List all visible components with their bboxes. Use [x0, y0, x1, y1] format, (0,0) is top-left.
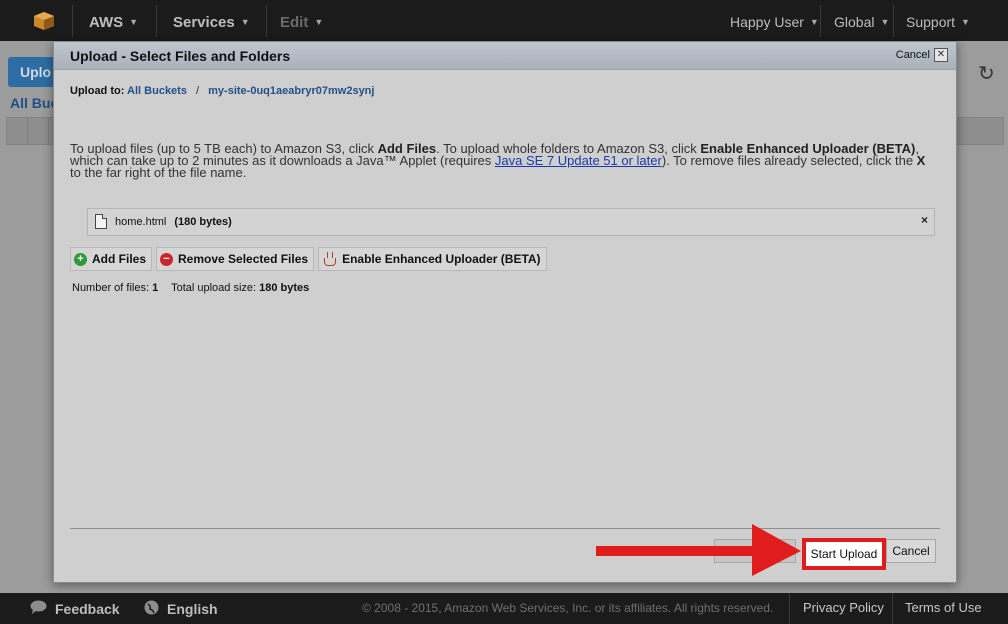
enable-enhanced-uploader-button[interactable]: Enable Enhanced Uploader (BETA) [318, 247, 547, 271]
file-list: home.html (180 bytes) × [87, 208, 935, 236]
total-size-label: Total upload size: [171, 282, 257, 294]
footer-divider [789, 593, 790, 624]
support-menu[interactable]: Support ▼ [906, 13, 970, 31]
nav-divider [266, 5, 267, 37]
dialog-title: Upload - Select Files and Folders [70, 48, 291, 64]
chevron-down-icon: ▼ [129, 17, 139, 27]
upload-instructions: To upload files (up to 5 TB each) to Ama… [70, 142, 930, 180]
minus-icon: − [160, 252, 174, 266]
privacy-policy-link[interactable]: Privacy Policy [803, 600, 884, 615]
edit-menu-label: Edit [280, 13, 309, 31]
feedback-label: Feedback [55, 600, 120, 617]
add-files-button[interactable]: + Add Files [70, 247, 153, 271]
support-menu-label: Support [906, 14, 956, 30]
upload-to-label: Upload to: [70, 85, 125, 97]
page-footer: Feedback English © 2008 - 2015, Amazon W… [0, 593, 1008, 624]
dialog-close-label: Cancel [895, 49, 930, 61]
num-files-value: 1 [152, 282, 159, 294]
dialog-footer-divider [70, 528, 940, 529]
aws-menu-label: AWS [89, 13, 124, 31]
chevron-down-icon: ▼ [961, 17, 970, 27]
chevron-down-icon: ▼ [880, 17, 890, 27]
file-size: (180 bytes) [174, 215, 232, 228]
start-upload-button[interactable]: Start Upload [802, 538, 886, 570]
num-files-label: Number of files: [72, 282, 150, 294]
red-arrow-annotation-icon [596, 524, 801, 576]
services-menu-label: Services [173, 13, 235, 31]
upload-toolbar: + Add Files − Remove Selected Files Enab… [70, 247, 547, 271]
nav-divider [156, 5, 157, 37]
breadcrumb-all-buckets[interactable]: All Buckets [127, 85, 187, 97]
java-icon [322, 251, 337, 267]
chevron-down-icon: ▼ [240, 17, 250, 27]
nav-divider [893, 5, 894, 37]
aws-menu[interactable]: AWS ▼ [89, 13, 138, 31]
footer-divider [892, 593, 893, 624]
close-icon[interactable]: ✕ [934, 48, 948, 62]
enhanced-uploader-label: Enable Enhanced Uploader (BETA) [342, 252, 541, 266]
feedback-link[interactable]: Feedback [30, 600, 120, 617]
breadcrumb-separator: / [196, 85, 200, 97]
dialog-header: Upload - Select Files and Folders Cancel… [54, 42, 956, 70]
upload-destination: Upload to: All Buckets / my-site-0uq1aea… [70, 85, 374, 97]
chevron-down-icon: ▼ [809, 17, 819, 27]
file-row[interactable]: home.html (180 bytes) [95, 214, 232, 229]
background-table-cell [7, 118, 28, 144]
instructions-text: ). To remove files already selected, cli… [661, 153, 917, 168]
region-menu[interactable]: Global ▼ [834, 13, 889, 31]
file-icon [95, 214, 107, 229]
instructions-bold: X [916, 153, 926, 168]
background-table-cell [28, 118, 49, 144]
top-navigation: AWS ▼ Services ▼ Edit ▼ Happy User ▼ Glo… [0, 0, 1008, 41]
remove-selected-files-button[interactable]: − Remove Selected Files [156, 247, 315, 271]
file-name: home.html [115, 215, 167, 228]
add-files-label: Add Files [92, 252, 147, 266]
language-label: English [167, 601, 218, 617]
total-size-value: 180 bytes [259, 282, 310, 294]
copyright-text: © 2008 - 2015, Amazon Web Services, Inc.… [362, 601, 774, 615]
cancel-button[interactable]: Cancel [886, 539, 936, 563]
globe-icon [144, 600, 159, 618]
upload-stats: Number of files: 1 Total upload size: 18… [72, 282, 319, 294]
region-menu-label: Global [834, 14, 875, 30]
user-menu[interactable]: Happy User ▼ [730, 13, 819, 31]
terms-of-use-link[interactable]: Terms of Use [905, 600, 982, 615]
instructions-text: to the far right of the file name. [70, 165, 247, 180]
remove-selected-label: Remove Selected Files [178, 252, 309, 266]
edit-menu[interactable]: Edit ▼ [280, 13, 323, 31]
user-menu-label: Happy User [730, 14, 804, 30]
java-requirement-link[interactable]: Java SE 7 Update 51 or later [495, 153, 662, 168]
dialog-close-button[interactable]: Cancel ✕ [896, 48, 948, 62]
refresh-icon: ↻ [978, 63, 995, 85]
speech-bubble-icon [30, 600, 47, 617]
nav-divider [820, 5, 821, 37]
nav-divider [72, 5, 73, 37]
language-selector[interactable]: English [144, 600, 218, 618]
upload-dialog: Upload - Select Files and Folders Cancel… [53, 41, 957, 583]
breadcrumb-bucket[interactable]: my-site-0uq1aeabryr07mw2synj [208, 85, 374, 97]
chevron-down-icon: ▼ [314, 17, 324, 27]
remove-file-icon[interactable]: × [921, 213, 928, 227]
plus-icon: + [74, 252, 87, 266]
services-menu[interactable]: Services ▼ [173, 13, 250, 31]
aws-cube-logo-icon[interactable] [33, 11, 55, 31]
